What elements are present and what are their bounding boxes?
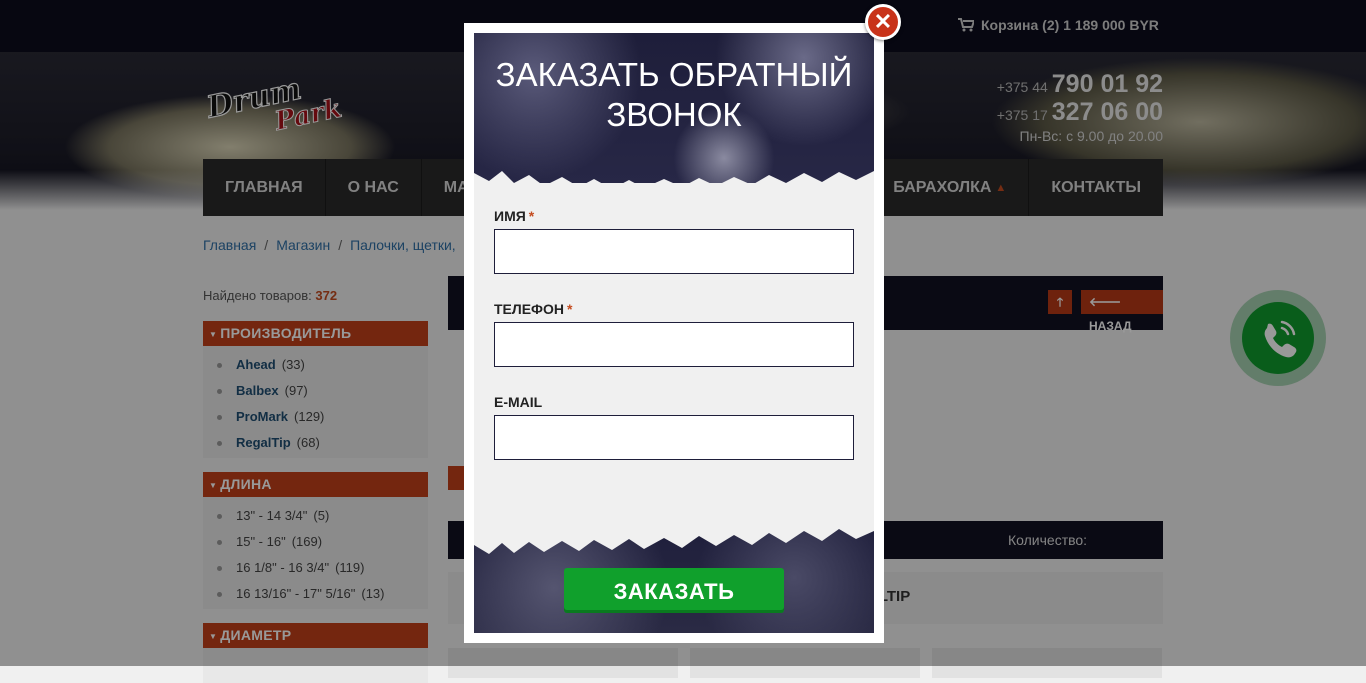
- callback-form: ИМЯ * ТЕЛЕФОН * E-MAIL: [494, 208, 854, 487]
- phone-label: ТЕЛЕФОН *: [494, 301, 573, 317]
- name-input[interactable]: [494, 229, 854, 274]
- email-input[interactable]: [494, 415, 854, 460]
- phone-input[interactable]: [494, 322, 854, 367]
- email-label: E-MAIL: [494, 394, 543, 410]
- close-icon: ✕: [868, 7, 898, 37]
- submit-button[interactable]: ЗАКАЗАТЬ: [564, 568, 784, 613]
- torn-edge-decoration: [474, 521, 874, 554]
- callback-modal: ЗАКАЗАТЬ ОБРАТНЫЙ ЗВОНОК ИМЯ * ТЕЛЕФОН * E…: [464, 23, 884, 643]
- modal-title: ЗАКАЗАТЬ ОБРАТНЫЙ ЗВОНОК: [495, 56, 853, 133]
- close-modal-button[interactable]: ✕: [865, 4, 901, 40]
- name-label: ИМЯ *: [494, 208, 535, 224]
- torn-edge-decoration: [474, 171, 874, 198]
